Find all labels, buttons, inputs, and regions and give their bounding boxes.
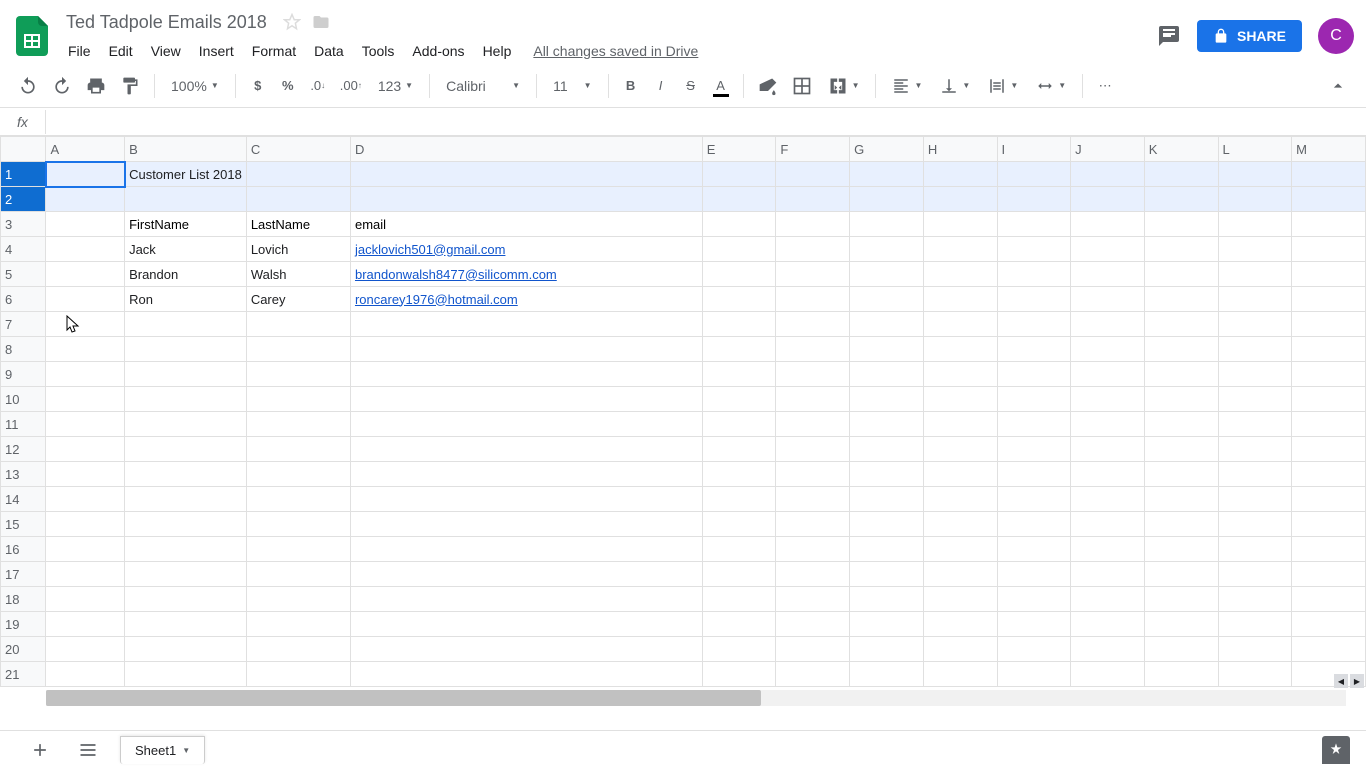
- italic-button[interactable]: I: [647, 72, 675, 99]
- format-currency-button[interactable]: $: [244, 72, 272, 99]
- share-button[interactable]: SHARE: [1197, 20, 1302, 52]
- bold-button[interactable]: B: [617, 72, 645, 99]
- sheets-app-icon[interactable]: [12, 16, 52, 56]
- col-header-J[interactable]: J: [1071, 137, 1145, 162]
- comments-icon[interactable]: [1157, 24, 1181, 48]
- col-header-B[interactable]: B: [125, 137, 247, 162]
- menu-insert[interactable]: Insert: [191, 39, 242, 63]
- text-wrap-button[interactable]: ▼: [980, 73, 1026, 99]
- undo-button[interactable]: [12, 70, 44, 102]
- row-header-4[interactable]: 4: [1, 237, 46, 262]
- menu-help[interactable]: Help: [475, 39, 520, 63]
- text-color-button[interactable]: A: [707, 72, 735, 99]
- star-icon[interactable]: [283, 13, 301, 31]
- col-header-L[interactable]: L: [1218, 137, 1292, 162]
- cell-D6[interactable]: roncarey1976@hotmail.com: [350, 287, 702, 312]
- sheet-nav-arrows[interactable]: ◀▶: [1334, 674, 1364, 688]
- col-header-I[interactable]: I: [997, 137, 1071, 162]
- row-header-1[interactable]: 1: [1, 162, 46, 187]
- cell-D5[interactable]: brandonwalsh8477@silicomm.com: [350, 262, 702, 287]
- all-sheets-button[interactable]: [72, 734, 104, 766]
- menu-view[interactable]: View: [143, 39, 189, 63]
- more-toolbar-button[interactable]: ⋯: [1091, 72, 1119, 100]
- toolbar: 100%▼ $ % .0↓ .00↑ 123▼ Calibri▼ 11▼ B I…: [0, 64, 1366, 108]
- add-sheet-button[interactable]: [24, 734, 56, 766]
- spreadsheet-grid[interactable]: A B C D E F G H I J K L M 1 Customer List…: [0, 136, 1366, 706]
- horizontal-scrollbar[interactable]: [46, 690, 1346, 706]
- formula-input[interactable]: [46, 118, 1366, 126]
- col-header-C[interactable]: C: [246, 137, 350, 162]
- move-folder-icon[interactable]: [311, 13, 331, 31]
- col-header-D[interactable]: D: [350, 137, 702, 162]
- merge-cells-button[interactable]: ▼: [820, 72, 868, 100]
- decrease-decimal-button[interactable]: .0↓: [304, 72, 332, 99]
- cell-C4[interactable]: Lovich: [246, 237, 350, 262]
- cell-B1[interactable]: Customer List 2018: [125, 162, 247, 187]
- save-status[interactable]: All changes saved in Drive: [533, 43, 698, 59]
- cell-D4[interactable]: jacklovich501@gmail.com: [350, 237, 702, 262]
- vertical-align-button[interactable]: ▼: [932, 73, 978, 99]
- row-header-3[interactable]: 3: [1, 212, 46, 237]
- share-label: SHARE: [1237, 28, 1286, 44]
- menu-edit[interactable]: Edit: [101, 39, 141, 63]
- cell-B3[interactable]: FirstName: [125, 212, 247, 237]
- menu-data[interactable]: Data: [306, 39, 352, 63]
- menu-format[interactable]: Format: [244, 39, 304, 63]
- format-percent-button[interactable]: %: [274, 72, 302, 99]
- cell-B5[interactable]: Brandon: [125, 262, 247, 287]
- cell-C5[interactable]: Walsh: [246, 262, 350, 287]
- cell-D3[interactable]: email: [350, 212, 702, 237]
- col-header-F[interactable]: F: [776, 137, 850, 162]
- select-all-corner[interactable]: [1, 137, 46, 162]
- col-header-K[interactable]: K: [1144, 137, 1218, 162]
- redo-button[interactable]: [46, 70, 78, 102]
- account-avatar[interactable]: C: [1318, 18, 1354, 54]
- zoom-dropdown[interactable]: 100%▼: [163, 74, 227, 98]
- fill-color-button[interactable]: [752, 70, 784, 102]
- col-header-E[interactable]: E: [702, 137, 776, 162]
- doc-info: Ted Tadpole Emails 2018 File Edit View I…: [60, 10, 1157, 63]
- explore-button[interactable]: [1322, 736, 1350, 764]
- collapse-toolbar-button[interactable]: [1322, 70, 1354, 102]
- row-header-6[interactable]: 6: [1, 287, 46, 312]
- text-rotation-button[interactable]: ▼: [1028, 73, 1074, 99]
- increase-decimal-button[interactable]: .00↑: [334, 72, 368, 99]
- col-header-G[interactable]: G: [850, 137, 924, 162]
- menu-file[interactable]: File: [60, 39, 99, 63]
- cell-C6[interactable]: Carey: [246, 287, 350, 312]
- cell-A1[interactable]: [46, 162, 125, 187]
- sheet-tab-1[interactable]: Sheet1▼: [120, 736, 205, 764]
- print-button[interactable]: [80, 70, 112, 102]
- borders-button[interactable]: [786, 70, 818, 102]
- menu-bar: File Edit View Insert Format Data Tools …: [60, 39, 1157, 63]
- title-bar: Ted Tadpole Emails 2018 File Edit View I…: [0, 0, 1366, 64]
- horizontal-align-button[interactable]: ▼: [884, 73, 930, 99]
- formula-bar: fx: [0, 108, 1366, 136]
- cell-C3[interactable]: LastName: [246, 212, 350, 237]
- cell-B4[interactable]: Jack: [125, 237, 247, 262]
- col-header-A[interactable]: A: [46, 137, 125, 162]
- cell-B6[interactable]: Ron: [125, 287, 247, 312]
- menu-tools[interactable]: Tools: [354, 39, 403, 63]
- sheet-tab-bar: Sheet1▼: [0, 730, 1366, 768]
- menu-addons[interactable]: Add-ons: [404, 39, 472, 63]
- col-header-H[interactable]: H: [923, 137, 997, 162]
- doc-title[interactable]: Ted Tadpole Emails 2018: [60, 10, 273, 35]
- more-formats-dropdown[interactable]: 123▼: [370, 74, 421, 98]
- strikethrough-button[interactable]: S: [677, 72, 705, 99]
- font-size-dropdown[interactable]: 11▼: [545, 74, 599, 98]
- row-header-2[interactable]: 2: [1, 187, 46, 212]
- fx-label: fx: [0, 110, 46, 134]
- paint-format-button[interactable]: [114, 70, 146, 102]
- row-header-5[interactable]: 5: [1, 262, 46, 287]
- font-family-dropdown[interactable]: Calibri▼: [438, 74, 528, 98]
- col-header-M[interactable]: M: [1292, 137, 1366, 162]
